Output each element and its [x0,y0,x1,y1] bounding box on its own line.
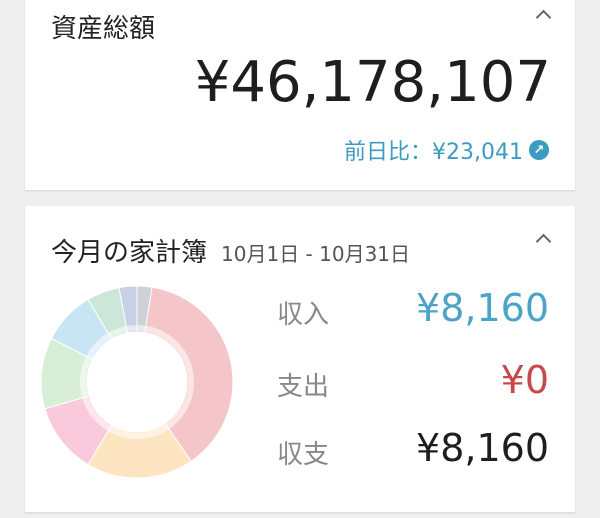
budget-collapse-button[interactable] [531,226,555,250]
assets-collapse-button[interactable] [531,2,555,26]
balance-value: ¥8,160 [416,426,549,470]
budget-card: 今月の家計簿 10月1日 - 10月31日 収入 ¥8,160 支出 ¥0 収支… [25,206,575,512]
assets-title: 資産総額 [51,14,156,44]
arrow-up-right-icon: ↗ [529,140,549,160]
day-change-label: 前日比：¥23,041 [344,140,523,165]
expense-value: ¥0 [500,358,549,402]
budget-header: 今月の家計簿 10月1日 - 10月31日 [51,232,410,269]
chevron-up-icon [535,233,551,249]
category-donut-chart[interactable] [37,282,237,482]
expense-label: 支出 [277,372,330,402]
income-label: 収入 [277,300,330,330]
balance-label: 収支 [277,440,330,470]
income-value: ¥8,160 [416,286,549,330]
budget-title: 今月の家計簿 [51,238,208,268]
donut-svg [40,285,234,479]
chevron-up-icon [535,9,551,25]
day-change-link[interactable]: 前日比：¥23,041 ↗ [344,134,549,166]
donut-inner-ring [80,325,194,439]
assets-total-amount: ¥46,178,107 [194,50,551,115]
budget-date-range: 10月1日 - 10月31日 [221,242,411,266]
assets-card: 資産総額 ¥46,178,107 前日比：¥23,041 ↗ [25,0,575,190]
